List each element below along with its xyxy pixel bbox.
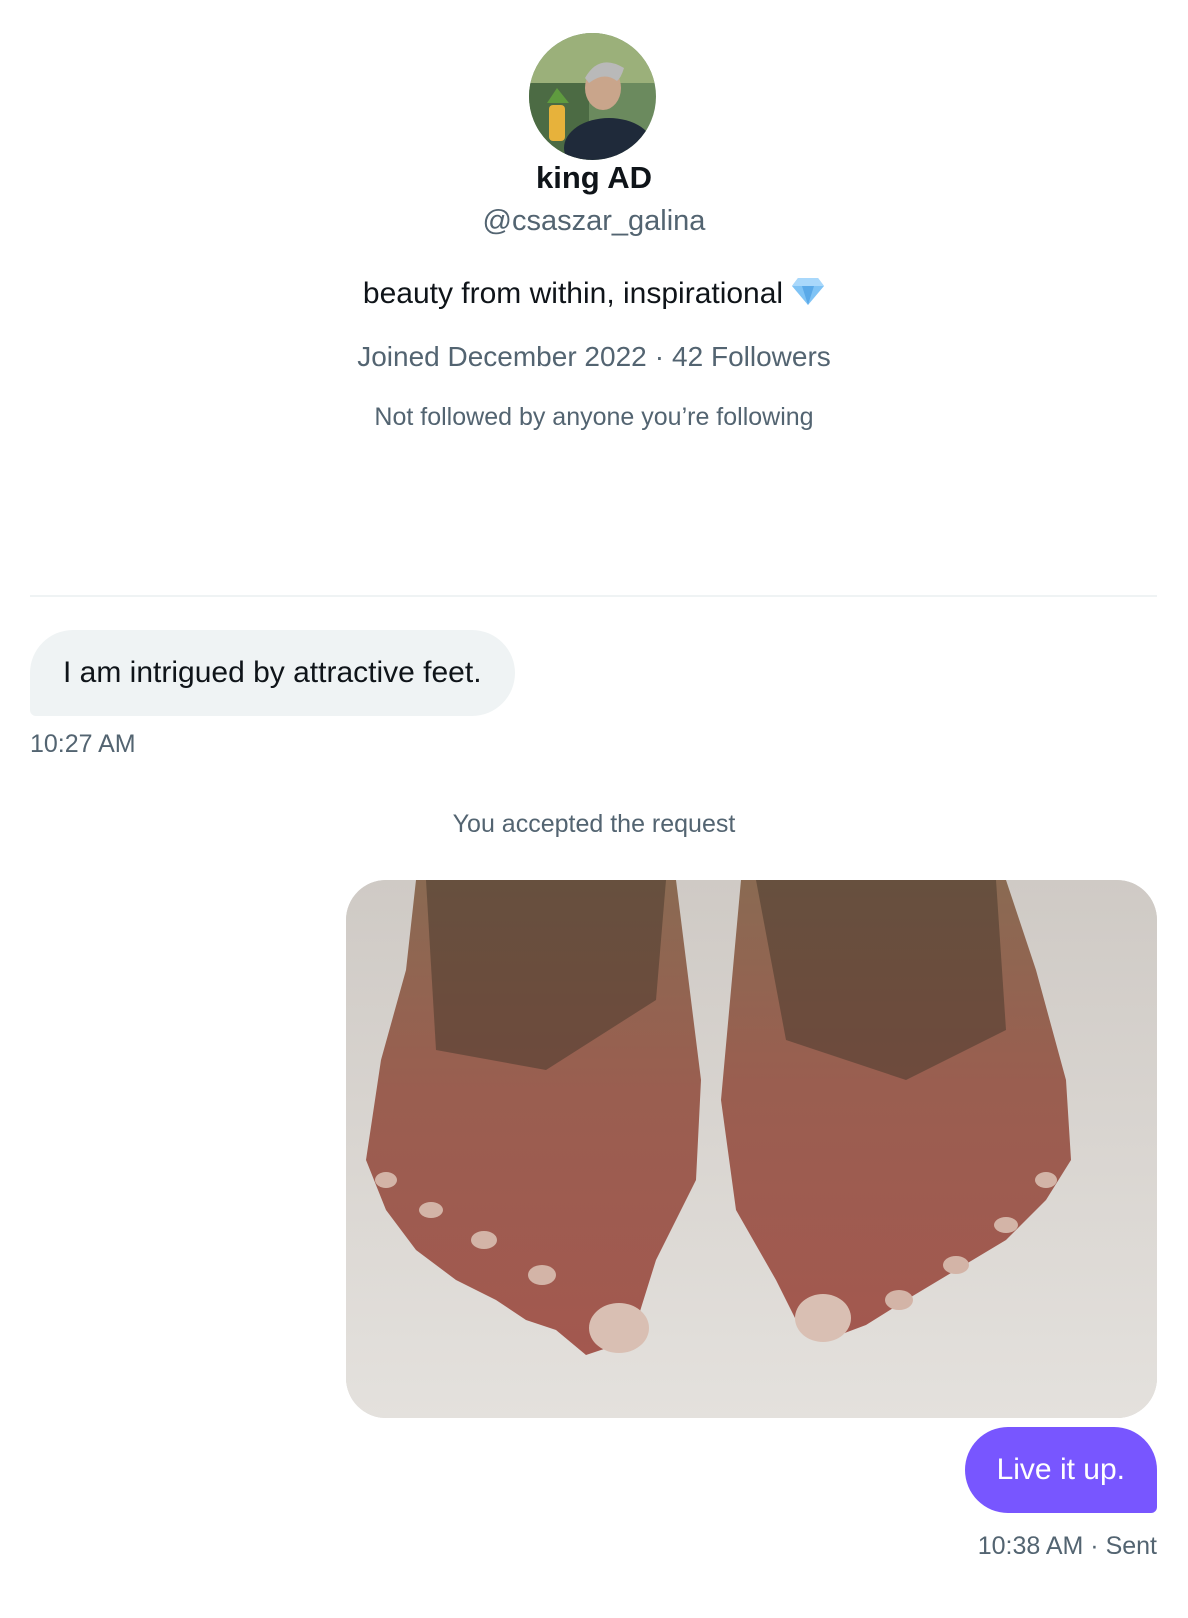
- sent-status: Sent: [1105, 1532, 1157, 1560]
- outgoing-message-status: 10:38 AM · Sent: [978, 1532, 1157, 1561]
- outgoing-message-time: 10:38 AM: [977, 1532, 1084, 1560]
- bio-text: beauty from within, inspirational: [362, 277, 784, 310]
- gem-icon: [791, 276, 825, 314]
- outgoing-message-bubble[interactable]: Live it up.: [964, 1427, 1157, 1513]
- meta-separator: ·: [654, 341, 665, 372]
- incoming-message-bubble[interactable]: I am intrigued by attractive feet.: [30, 630, 515, 716]
- display-name[interactable]: king AD: [0, 160, 1188, 196]
- profile-meta: Joined December 2022 · 42 Followers: [0, 341, 1188, 373]
- followers-count[interactable]: 42 Followers: [672, 341, 831, 372]
- not-followed-note: Not followed by anyone you’re following: [374, 403, 814, 431]
- request-accepted-notice: You accepted the request: [452, 810, 736, 838]
- avatar[interactable]: [529, 33, 656, 160]
- status-separator: ·: [1090, 1532, 1099, 1560]
- bio: beauty from within, inspirational: [0, 276, 1188, 314]
- divider: [30, 595, 1157, 597]
- sent-photo[interactable]: [346, 880, 1157, 1418]
- joined-date: Joined December 2022: [357, 341, 647, 372]
- incoming-message-time: 10:27 AM: [30, 730, 136, 758]
- user-handle[interactable]: @csaszar_galina: [0, 205, 1188, 238]
